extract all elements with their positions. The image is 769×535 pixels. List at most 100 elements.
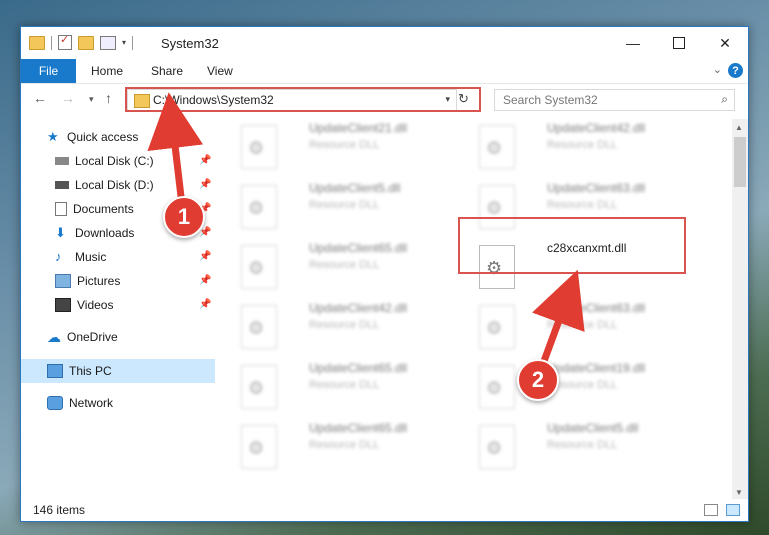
tab-home[interactable]: Home (91, 59, 123, 83)
pin-icon[interactable]: 📌 (199, 299, 211, 310)
forward-arrow-icon[interactable]: → (61, 90, 75, 106)
pin-icon[interactable]: 📌 (199, 251, 211, 262)
download-icon: ⬇ (55, 225, 66, 240)
step-1-badge: 1 (163, 196, 205, 238)
dll-file-icon (241, 245, 277, 289)
file-type: Resource DLL (309, 199, 380, 211)
sidebar-item-label: Music (75, 250, 107, 264)
music-icon: ♪ (55, 249, 62, 264)
scroll-down-icon[interactable]: ▼ (735, 488, 743, 497)
sidebar-item-onedrive[interactable]: ☁ OneDrive (47, 325, 118, 349)
list-item[interactable]: UpdateClient21.dll Resource DLL (235, 119, 455, 175)
list-item[interactable]: UpdateClient42.dll Resource DLL (473, 119, 693, 175)
network-icon (47, 396, 63, 410)
pin-icon[interactable]: 📌 (199, 275, 211, 286)
recent-locations-icon[interactable]: ▾ (89, 94, 94, 105)
search-icon[interactable]: ⌕ (721, 92, 728, 107)
dll-file-icon (479, 125, 515, 169)
file-name: UpdateClient5.dll (547, 421, 639, 435)
scroll-up-icon[interactable]: ▲ (735, 123, 743, 132)
maximize-icon (673, 37, 685, 49)
expand-ribbon-icon[interactable]: ⌄ (713, 63, 722, 76)
list-item[interactable]: UpdateClient19.dll Resource DLL (473, 359, 693, 415)
step-2-badge: 2 (517, 359, 559, 401)
sidebar-item-label: OneDrive (67, 330, 118, 344)
file-name: UpdateClient63.dll (547, 301, 646, 315)
sidebar-item-quick-access[interactable]: ★ Quick access (47, 125, 138, 149)
sidebar-item-documents[interactable]: Documents (55, 197, 134, 221)
dll-file-icon (241, 365, 277, 409)
sidebar-item-label: Videos (77, 298, 114, 312)
close-button[interactable]: ✕ (702, 27, 748, 59)
sidebar-item-label: Pictures (77, 274, 121, 288)
chevron-down-icon[interactable]: ▾ (122, 38, 126, 47)
vertical-scrollbar[interactable]: ▲ ▼ (732, 119, 748, 501)
dll-file-icon (479, 305, 515, 349)
drive-icon (55, 157, 69, 165)
up-arrow-icon[interactable]: ↑ (105, 90, 112, 106)
dll-file-icon (241, 125, 277, 169)
file-list: UpdateClient21.dll Resource DLL UpdateCl… (215, 119, 735, 501)
file-type: Resource DLL (547, 139, 618, 151)
sidebar-item-label: Network (69, 396, 114, 410)
sidebar-item-label: Local Disk (D:) (75, 178, 154, 192)
file-type: Resource DLL (309, 259, 380, 271)
file-name: UpdateClient5.dll (309, 181, 401, 195)
help-icon[interactable]: ? (728, 63, 743, 78)
large-icons-view-icon[interactable] (726, 504, 740, 516)
customize-view-icon[interactable] (100, 35, 116, 50)
file-type: Resource DLL (547, 199, 618, 211)
dll-file-icon (241, 305, 277, 349)
pin-icon[interactable]: 📌 (199, 155, 211, 166)
file-explorer-window: ▾ System32 — ✕ File Home Share View ⌄ ? … (20, 26, 749, 522)
file-name: UpdateClient21.dll (309, 121, 408, 135)
sidebar-item-music[interactable]: ♪ Music (55, 245, 106, 269)
sidebar-item-pictures[interactable]: Pictures (55, 269, 120, 293)
pin-icon[interactable]: 📌 (199, 179, 211, 190)
address-highlight-box (125, 87, 481, 112)
sidebar-item-downloads[interactable]: ⬇ Downloads (55, 221, 134, 245)
tab-share[interactable]: Share (151, 59, 183, 83)
dll-file-icon (479, 365, 515, 409)
title-bar: ▾ System32 — ✕ (21, 27, 748, 59)
sidebar-item-this-pc[interactable]: This PC (47, 359, 112, 383)
new-folder-icon[interactable] (78, 35, 94, 50)
sidebar-item-local-disk-d[interactable]: Local Disk (D:) (55, 173, 154, 197)
computer-icon (47, 364, 63, 378)
sidebar-item-local-disk-c[interactable]: Local Disk (C:) (55, 149, 154, 173)
scrollbar-thumb[interactable] (734, 137, 746, 187)
list-item[interactable]: UpdateClient5.dll Resource DLL (473, 419, 693, 475)
minimize-button[interactable]: — (610, 27, 656, 59)
toolbar-divider (132, 35, 134, 50)
file-type: Resource DLL (547, 439, 618, 451)
file-name: UpdateClient65.dll (309, 241, 408, 255)
folder-icon (29, 35, 45, 50)
sidebar-item-network[interactable]: Network (47, 391, 113, 415)
list-item[interactable]: UpdateClient65.dll Resource DLL (235, 419, 455, 475)
navigation-bar: ← → ▾ ↑ C:\Windows\System32 ▾ ↻ Search S… (21, 85, 748, 115)
details-view-icon[interactable] (704, 504, 718, 516)
properties-check-icon[interactable] (58, 33, 72, 50)
file-name: UpdateClient65.dll (309, 421, 408, 435)
file-name: UpdateClient42.dll (309, 301, 408, 315)
pictures-icon (55, 274, 71, 288)
file-type: Resource DLL (309, 139, 380, 151)
quick-access-toolbar: ▾ (29, 33, 134, 50)
item-count: 146 items (33, 503, 86, 517)
file-name: UpdateClient65.dll (309, 361, 408, 375)
list-item[interactable]: UpdateClient42.dll Resource DLL (235, 299, 455, 355)
tab-file[interactable]: File (21, 59, 76, 83)
file-name: UpdateClient19.dll (547, 361, 646, 375)
tab-view[interactable]: View (207, 59, 233, 83)
videos-icon (55, 298, 71, 312)
list-item[interactable]: UpdateClient65.dll Resource DLL (235, 359, 455, 415)
sidebar-item-videos[interactable]: Videos (55, 293, 113, 317)
sidebar-item-label: This PC (69, 364, 112, 378)
sidebar-item-label: Documents (73, 202, 134, 216)
list-item[interactable]: UpdateClient63.dll Resource DLL (473, 299, 693, 355)
list-item[interactable]: UpdateClient65.dll Resource DLL (235, 239, 455, 295)
search-input[interactable]: Search System32 ⌕ (494, 89, 735, 111)
back-arrow-icon[interactable]: ← (33, 90, 47, 106)
list-item[interactable]: UpdateClient5.dll Resource DLL (235, 179, 455, 235)
maximize-button[interactable] (656, 27, 702, 59)
